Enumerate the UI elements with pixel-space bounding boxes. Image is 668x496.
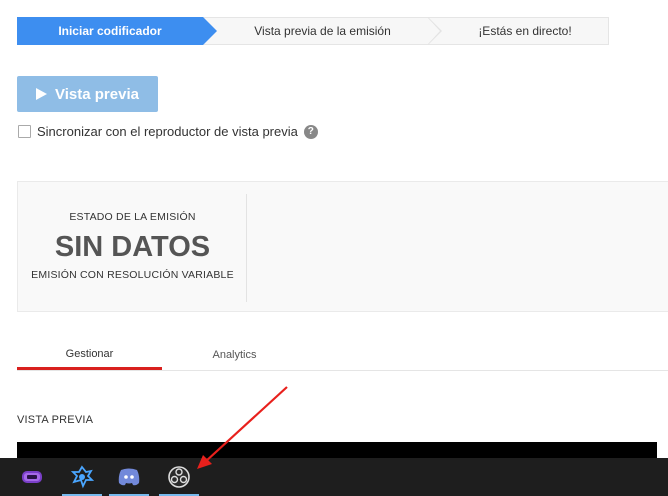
taskbar-app-battle[interactable] — [62, 458, 102, 496]
stream-status-panel: ESTADO DE LA EMISIÓN SIN DATOS EMISIÓN C… — [17, 181, 668, 312]
sync-row: Sincronizar con el reproductor de vista … — [18, 124, 318, 139]
stream-status-box: ESTADO DE LA EMISIÓN SIN DATOS EMISIÓN C… — [18, 194, 247, 302]
step-label: Vista previa de la emisión — [254, 24, 391, 38]
step-label: Iniciar codificador — [58, 24, 162, 38]
status-value: SIN DATOS — [54, 231, 211, 263]
help-glyph: ? — [307, 126, 314, 137]
play-icon — [36, 88, 48, 100]
tab-label: Gestionar — [65, 347, 114, 360]
tab-bar: Gestionar Analytics — [17, 340, 668, 371]
battle-app-icon — [70, 465, 94, 489]
taskbar — [0, 458, 668, 496]
preview-button[interactable]: Vista previa — [17, 76, 158, 112]
help-icon[interactable]: ? — [303, 124, 318, 139]
preview-button-label: Vista previa — [55, 85, 139, 103]
status-subtext: EMISIÓN CON RESOLUCIÓN VARIABLE — [31, 269, 234, 281]
taskbar-app-gamepad[interactable] — [12, 458, 52, 496]
discord-icon — [118, 468, 140, 486]
tab-analytics[interactable]: Analytics — [162, 340, 307, 370]
step-start-encoder[interactable]: Iniciar codificador — [17, 17, 217, 45]
obs-icon — [168, 466, 190, 488]
sync-label[interactable]: Sincronizar con el reproductor de vista … — [37, 124, 298, 139]
section-title: VISTA PREVIA — [17, 414, 94, 426]
gamepad-app-icon — [22, 471, 42, 483]
step-live[interactable]: ¡Estás en directo! — [428, 17, 609, 45]
taskbar-app-obs[interactable] — [159, 458, 199, 496]
status-heading: ESTADO DE LA EMISIÓN — [69, 211, 196, 223]
taskbar-app-discord[interactable] — [109, 458, 149, 496]
sync-checkbox[interactable] — [18, 125, 31, 138]
tab-manage[interactable]: Gestionar — [17, 340, 162, 370]
step-label: ¡Estás en directo! — [478, 24, 572, 38]
progress-stepper: Iniciar codificador Vista previa de la e… — [17, 17, 609, 45]
tab-label: Analytics — [212, 349, 257, 361]
step-stream-preview[interactable]: Vista previa de la emisión — [203, 17, 442, 45]
